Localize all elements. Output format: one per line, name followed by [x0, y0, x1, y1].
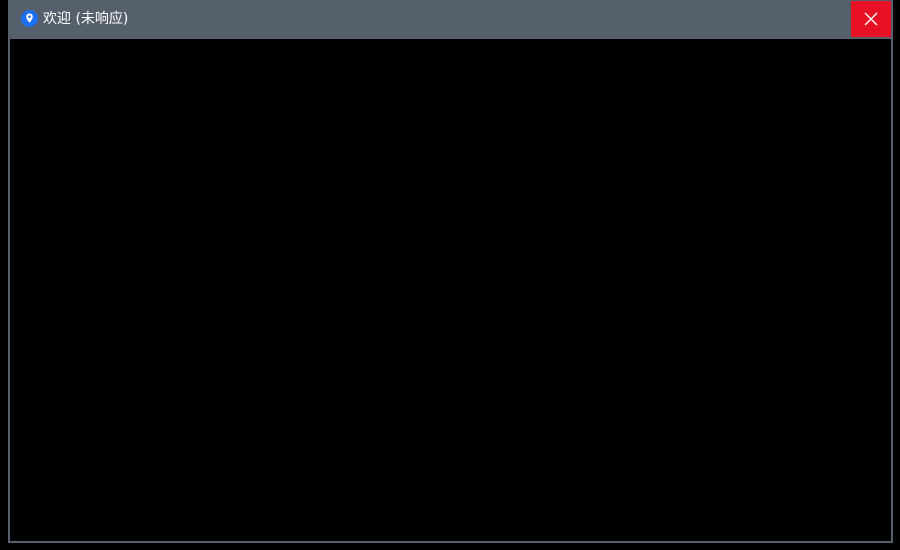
map-pin-icon: [21, 10, 38, 27]
title-bar[interactable]: 欢迎 (未响应): [10, 0, 891, 39]
app-window: 欢迎 (未响应): [8, 0, 893, 543]
window-title: 欢迎 (未响应): [43, 11, 129, 27]
close-button[interactable]: [851, 1, 891, 37]
close-icon: [864, 12, 878, 26]
window-content: [10, 39, 891, 541]
